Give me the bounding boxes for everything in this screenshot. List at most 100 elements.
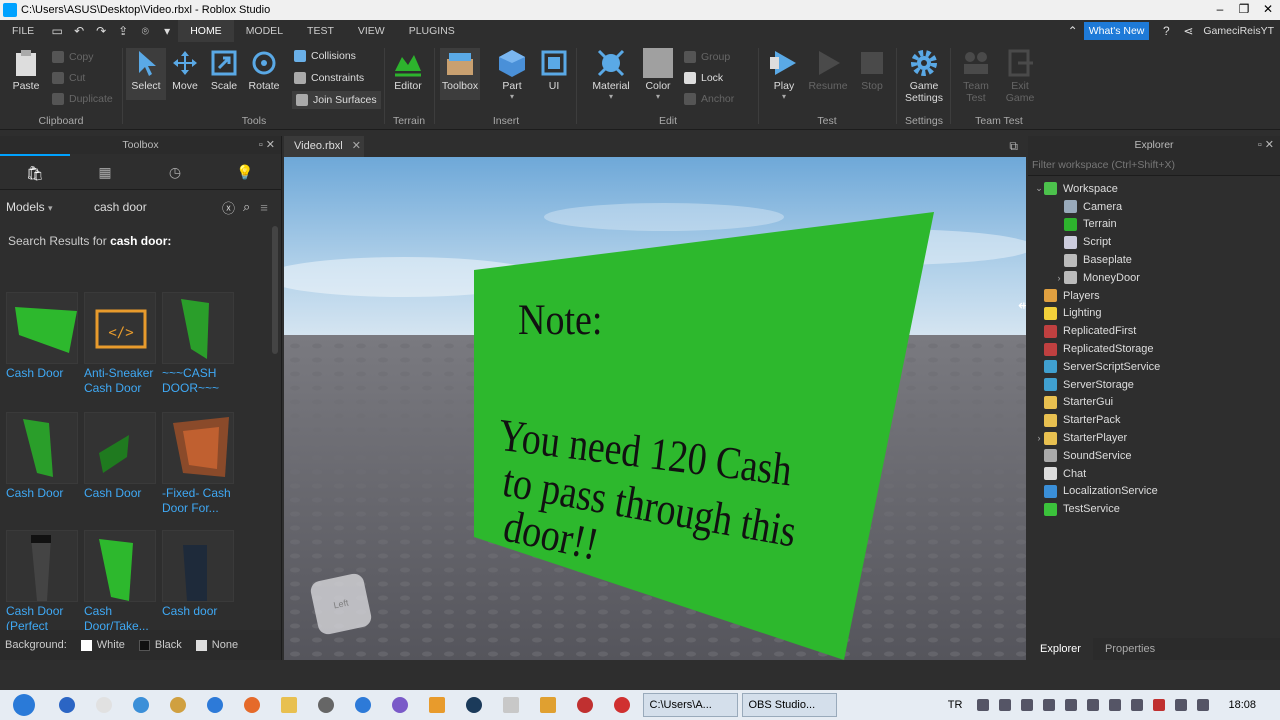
tab-explorer[interactable]: Explorer — [1028, 638, 1093, 660]
rotate-button[interactable]: Rotate — [244, 48, 284, 92]
tree-item-soundservice[interactable]: SoundService — [1028, 447, 1280, 465]
toolbox-item[interactable]: -Fixed- Cash Door For... — [162, 412, 236, 516]
resume-button[interactable]: Resume — [808, 48, 848, 92]
tray-icon[interactable] — [1109, 699, 1122, 711]
tab-model[interactable]: MODEL — [234, 20, 295, 42]
tree-item-starterplayer[interactable]: › StarterPlayer — [1028, 429, 1280, 447]
binoculars-icon[interactable]: ⌾ — [138, 24, 152, 38]
toolbox-item[interactable]: ~~~CASH DOOR~~~ — [162, 292, 236, 396]
network-icon[interactable] — [1175, 699, 1188, 711]
taskbar-app[interactable] — [462, 694, 486, 716]
taskbar-obs-studio[interactable]: OBS Studio... — [741, 693, 837, 717]
lock-button[interactable]: Lock — [684, 69, 723, 87]
tray-icon[interactable] — [1043, 699, 1056, 711]
exit-game-button[interactable]: Exit Game — [1000, 48, 1040, 104]
share-icon[interactable]: ⋖ — [1181, 24, 1195, 38]
tree-item-moneydoor[interactable]: › MoneyDoor — [1028, 269, 1280, 287]
group-button[interactable]: Group — [684, 48, 730, 66]
whats-new-button[interactable]: What's New — [1083, 22, 1150, 40]
close-panel-icon[interactable]: ▫ ✕ — [1258, 136, 1274, 154]
toolbox-item[interactable]: Cash door — [162, 530, 236, 619]
taskbar-app[interactable] — [388, 694, 412, 716]
tray-icon[interactable] — [999, 699, 1012, 711]
tray-icon[interactable] — [1153, 699, 1166, 711]
game-settings-button[interactable]: Game Settings — [904, 48, 944, 104]
taskbar-app[interactable] — [240, 694, 264, 716]
paste-button[interactable]: Paste — [6, 48, 46, 92]
close-tab-icon[interactable]: ✕ — [352, 140, 361, 152]
category-dropdown[interactable]: Models ▾ — [6, 200, 84, 214]
play-button[interactable]: Play ▾ — [764, 48, 804, 101]
tab-plugins[interactable]: PLUGINS — [397, 20, 467, 42]
tab-home[interactable]: HOME — [178, 20, 234, 42]
bg-option-none[interactable]: None — [212, 639, 238, 651]
taskbar-app[interactable] — [277, 694, 301, 716]
join-surfaces-toggle[interactable]: Join Surfaces — [292, 91, 381, 109]
tray-icon[interactable] — [977, 699, 990, 711]
search-icon[interactable]: ⌕ — [243, 199, 250, 215]
select-button[interactable]: Select — [126, 48, 166, 100]
publish-icon[interactable]: ⇪ — [116, 24, 130, 38]
tree-item-replicatedfirst[interactable]: ReplicatedFirst — [1028, 322, 1280, 340]
none-swatch[interactable] — [195, 639, 207, 651]
toolbox-button[interactable]: Toolbox — [440, 48, 480, 100]
tree-item-serverscriptservice[interactable]: ServerScriptService — [1028, 358, 1280, 376]
taskbar-app[interactable] — [129, 694, 153, 716]
terrain-editor-button[interactable]: Editor — [388, 48, 428, 92]
toolbox-scrollbar[interactable] — [272, 226, 278, 354]
tab-marketplace[interactable]: ▦ — [70, 154, 140, 190]
tree-item-baseplate[interactable]: Baseplate — [1028, 251, 1280, 269]
search-input[interactable]: cash door — [90, 196, 220, 218]
help-icon[interactable]: ? — [1159, 24, 1173, 38]
tab-inventory[interactable]: 🛍 — [0, 154, 70, 190]
taskbar-app[interactable] — [499, 694, 523, 716]
tree-item-replicatedstorage[interactable]: ReplicatedStorage — [1028, 340, 1280, 358]
material-button[interactable]: Material ▾ — [590, 48, 632, 101]
clock[interactable]: 18:08 — [1228, 699, 1256, 711]
constraints-toggle[interactable]: Constraints — [294, 69, 364, 87]
duplicate-button[interactable]: Duplicate — [52, 90, 113, 108]
taskbar-app[interactable] — [55, 694, 79, 716]
taskbar-app[interactable] — [351, 694, 375, 716]
tab-test[interactable]: TEST — [295, 20, 346, 42]
toolbox-item[interactable]: </> Anti-Sneaker Cash Door — [84, 292, 158, 396]
volume-icon[interactable] — [1197, 699, 1210, 711]
user-name[interactable]: GameciReisYT — [1203, 25, 1274, 37]
toolbox-item[interactable]: Cash Door — [6, 292, 80, 381]
taskbar-app[interactable] — [610, 694, 634, 716]
scale-button[interactable]: Scale — [204, 48, 244, 92]
close-window-button[interactable]: ✕ — [1256, 0, 1280, 20]
view-selector-cube[interactable]: Left — [308, 571, 374, 637]
tree-item-starterpack[interactable]: StarterPack — [1028, 411, 1280, 429]
move-button[interactable]: Move — [165, 48, 205, 92]
new-file-icon[interactable]: ▭ — [50, 24, 64, 38]
anchor-button[interactable]: Anchor — [684, 90, 734, 108]
menu-file[interactable]: FILE — [0, 20, 46, 42]
language-indicator[interactable]: TR — [948, 699, 963, 711]
tree-item-terrain[interactable]: Terrain — [1028, 216, 1280, 234]
taskbar-app[interactable] — [314, 694, 338, 716]
tab-recent[interactable]: ◷ — [140, 154, 210, 190]
dropdown-icon[interactable]: ▾ — [160, 24, 174, 38]
tray-icon[interactable] — [1087, 699, 1100, 711]
cut-button[interactable]: Cut — [52, 69, 85, 87]
color-button[interactable]: Color ▾ — [638, 48, 678, 101]
redo-icon[interactable]: ↷ — [94, 24, 108, 38]
bg-option-white[interactable]: White — [97, 639, 125, 651]
tree-item-players[interactable]: Players — [1028, 287, 1280, 305]
document-tab[interactable]: Video.rbxl ✕ — [284, 136, 364, 157]
clear-search-icon[interactable]: ⓧ — [222, 198, 235, 217]
tree-item-workspace[interactable]: ⌄ Workspace — [1028, 180, 1280, 198]
tree-item-startergui[interactable]: StarterGui — [1028, 394, 1280, 412]
taskbar-app[interactable] — [92, 694, 116, 716]
flag-icon[interactable] — [1131, 699, 1144, 711]
copy-button[interactable]: Copy — [52, 48, 94, 66]
taskbar-app[interactable] — [203, 694, 227, 716]
taskbar-roblox-studio[interactable]: C:\Users\A... — [642, 693, 738, 717]
viewport-3d[interactable]: Note: You need 120 Cash to pass through … — [284, 157, 1026, 660]
tree-item-testservice[interactable]: TestService — [1028, 500, 1280, 518]
expand-toggle-icon[interactable]: ⌄ — [1034, 183, 1044, 194]
toolbox-item[interactable]: Cash Door — [84, 412, 158, 501]
close-panel-icon[interactable]: ▫ ✕ — [259, 136, 275, 154]
undo-icon[interactable]: ↶ — [72, 24, 86, 38]
